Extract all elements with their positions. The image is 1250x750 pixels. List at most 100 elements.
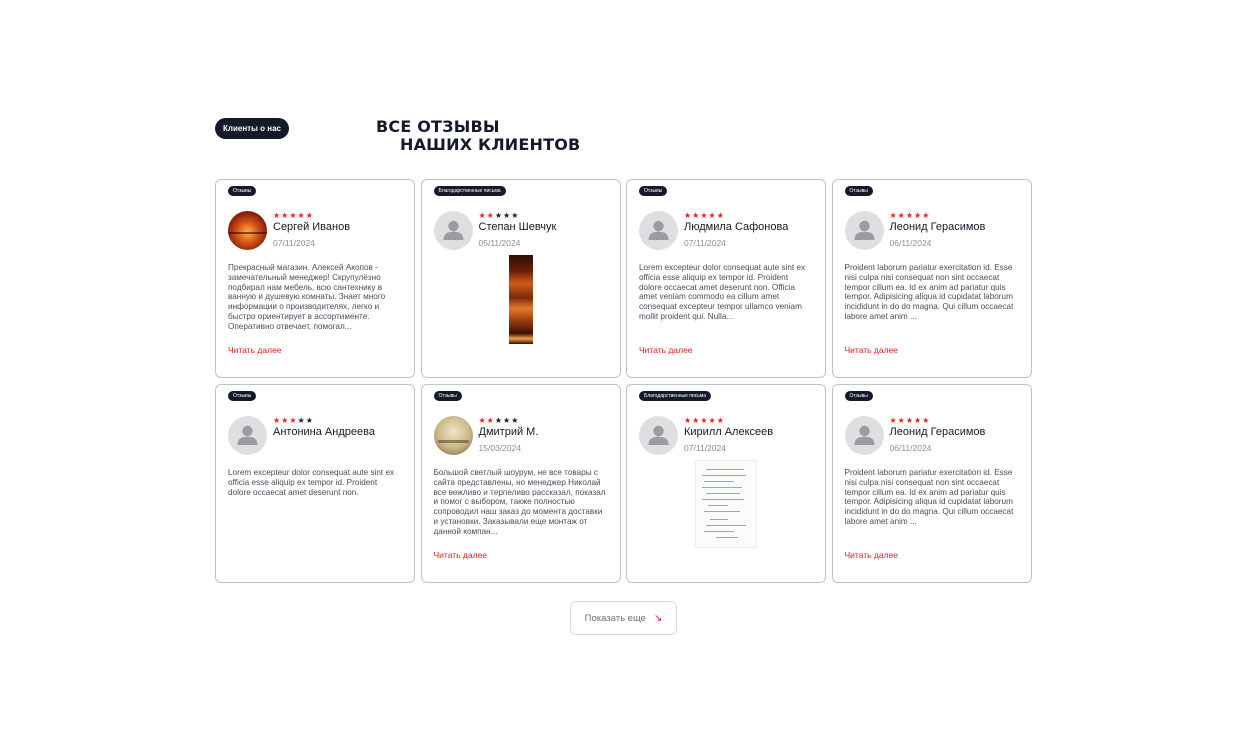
star-icon: ★	[914, 211, 923, 220]
read-more-link[interactable]: Читать далее	[228, 345, 282, 355]
reviewer-name: Сергей Иванов	[273, 221, 351, 233]
review-type-tag: Отзывы	[433, 391, 462, 401]
user-avatar-icon	[228, 416, 267, 455]
review-text: Прекрасный магазин. Алексей Акопов - зам…	[228, 263, 386, 331]
star-icon: ★	[708, 416, 717, 425]
star-icon: ★	[289, 211, 298, 220]
avatar	[228, 211, 267, 250]
arrow-down-right-icon: ↘	[653, 612, 663, 624]
star-icon: ★	[494, 416, 504, 425]
star-icon: ★	[273, 416, 282, 425]
reviewer-name: Антонина Андреева	[273, 426, 375, 438]
review-card[interactable]: Отзывы ★★★★★ Леонид Герасимов 06/11/2024 Pro…	[831, 384, 1032, 583]
star-icon: ★	[700, 416, 709, 425]
review-date: 06/11/2024	[889, 238, 932, 248]
review-card[interactable]: Отзывы ★★★★★ Леонид Герасимов 06/11/2024 Pro…	[831, 179, 1032, 378]
star-icon: ★	[478, 211, 487, 220]
rating-stars: ★★★★★	[684, 416, 773, 425]
read-more-link[interactable]: Читать далее	[845, 345, 899, 355]
avatar	[433, 416, 473, 455]
show-more-label: Показать еще	[584, 612, 646, 624]
review-card[interactable]: Отзывы ★★★★★ Сергей Иванов 07/11/2024 Прекра…	[215, 179, 415, 378]
star-icon: ★	[905, 211, 915, 220]
star-icon: ★	[289, 416, 298, 425]
star-icon: ★	[897, 211, 906, 220]
attachment-letter-image[interactable]	[695, 460, 757, 548]
star-icon: ★	[716, 416, 725, 425]
star-icon: ★	[273, 211, 282, 220]
rating-stars: ★★★★★	[479, 416, 539, 425]
star-icon: ★	[889, 211, 898, 220]
review-date: 07/11/2024	[684, 443, 726, 453]
reviews-grid: Отзывы ★★★★★ Сергей Иванов 07/11/2024 Прекра…	[215, 179, 1032, 583]
star-icon: ★	[716, 211, 725, 220]
rating-stars: ★★★★★	[479, 211, 557, 220]
read-more-link[interactable]: Читать далее	[434, 550, 488, 560]
review-text: Большой светлый шоурум, не все товары с …	[433, 468, 606, 536]
star-icon: ★	[305, 211, 314, 220]
review-date: 06/11/2024	[889, 443, 932, 453]
review-text: Lorem excepteur dolor consequat aute sin…	[228, 468, 395, 497]
review-text: Proident laborum pariatur exercitation i…	[844, 263, 1014, 321]
star-icon: ★	[700, 211, 709, 220]
star-icon: ★	[897, 416, 906, 425]
star-icon: ★	[297, 211, 306, 220]
reviewer-name: Леонид Герасимов	[889, 426, 986, 438]
user-avatar-icon	[433, 211, 473, 250]
review-type-tag: Благодарственные письма	[639, 391, 712, 401]
reviewer-name: Кирилл Алексеев	[684, 426, 774, 438]
star-icon: ★	[494, 211, 504, 220]
attachment-image[interactable]	[508, 255, 533, 344]
star-icon: ★	[889, 416, 898, 425]
star-icon: ★	[486, 416, 495, 425]
review-card[interactable]: Благодарственные письма ★★★★★ Кирилл Алекс…	[626, 384, 826, 583]
review-card[interactable]: Благодарственные письма ★★★★★ Степан Шевчу…	[420, 179, 621, 378]
rating-stars: ★★★★★	[273, 416, 375, 425]
review-text: Lorem excepteur dolor consequat aute sin…	[639, 263, 806, 321]
user-avatar-icon	[639, 211, 678, 250]
user-avatar-icon	[639, 416, 678, 455]
star-icon: ★	[503, 211, 512, 220]
review-date: 07/11/2024	[273, 238, 315, 248]
star-icon: ★	[478, 416, 487, 425]
star-icon: ★	[684, 211, 693, 220]
star-icon: ★	[511, 416, 520, 425]
page-title-line-2: НАШИХ КЛИЕНТОВ	[400, 135, 581, 154]
read-more-link[interactable]: Читать далее	[845, 550, 899, 560]
section-pill: Клиенты о нас	[215, 118, 289, 139]
review-date: 05/11/2024	[478, 238, 521, 248]
star-icon: ★	[297, 416, 306, 425]
review-type-tag: Отзывы	[844, 391, 873, 401]
star-icon: ★	[922, 211, 931, 220]
review-type-tag: Отзывы	[228, 391, 257, 401]
star-icon: ★	[486, 211, 495, 220]
reviewer-name: Леонид Герасимов	[889, 221, 986, 233]
star-icon: ★	[503, 416, 512, 425]
review-type-tag: Отзывы	[228, 186, 257, 196]
reviewer-name: Степан Шевчук	[478, 221, 557, 233]
user-avatar-icon	[844, 211, 884, 250]
read-more-link[interactable]: Читать далее	[639, 345, 693, 355]
review-type-tag: Отзывы	[639, 186, 668, 196]
rating-stars: ★★★★★	[890, 416, 986, 425]
star-icon: ★	[708, 211, 717, 220]
review-date: 15/03/2024	[478, 443, 522, 453]
rating-stars: ★★★★★	[273, 211, 350, 220]
review-card[interactable]: Отзывы ★★★★★ Людмила Сафонова 07/11/2024 Lor…	[626, 179, 826, 378]
reviewer-name: Людмила Сафонова	[684, 221, 789, 233]
star-icon: ★	[511, 211, 520, 220]
user-avatar-icon	[844, 416, 884, 455]
review-date: 07/11/2024	[684, 238, 726, 248]
review-text: Proident laborum pariatur exercitation i…	[844, 468, 1014, 526]
star-icon: ★	[905, 416, 915, 425]
review-card[interactable]: Отзывы ★★★★★ Дмитрий М. 15/03/2024 Большой с…	[420, 384, 621, 583]
reviewer-name: Дмитрий М.	[478, 426, 539, 438]
show-more-button[interactable]: Показать еще ↘	[570, 601, 677, 635]
star-icon: ★	[305, 416, 314, 425]
review-type-tag: Отзывы	[844, 186, 873, 196]
star-icon: ★	[914, 416, 923, 425]
rating-stars: ★★★★★	[890, 211, 986, 220]
review-card[interactable]: Отзывы ★★★★★ Антонина Андреева Lorem except…	[215, 384, 415, 583]
rating-stars: ★★★★★	[684, 211, 788, 220]
review-type-tag: Благодарственные письма	[433, 186, 506, 196]
